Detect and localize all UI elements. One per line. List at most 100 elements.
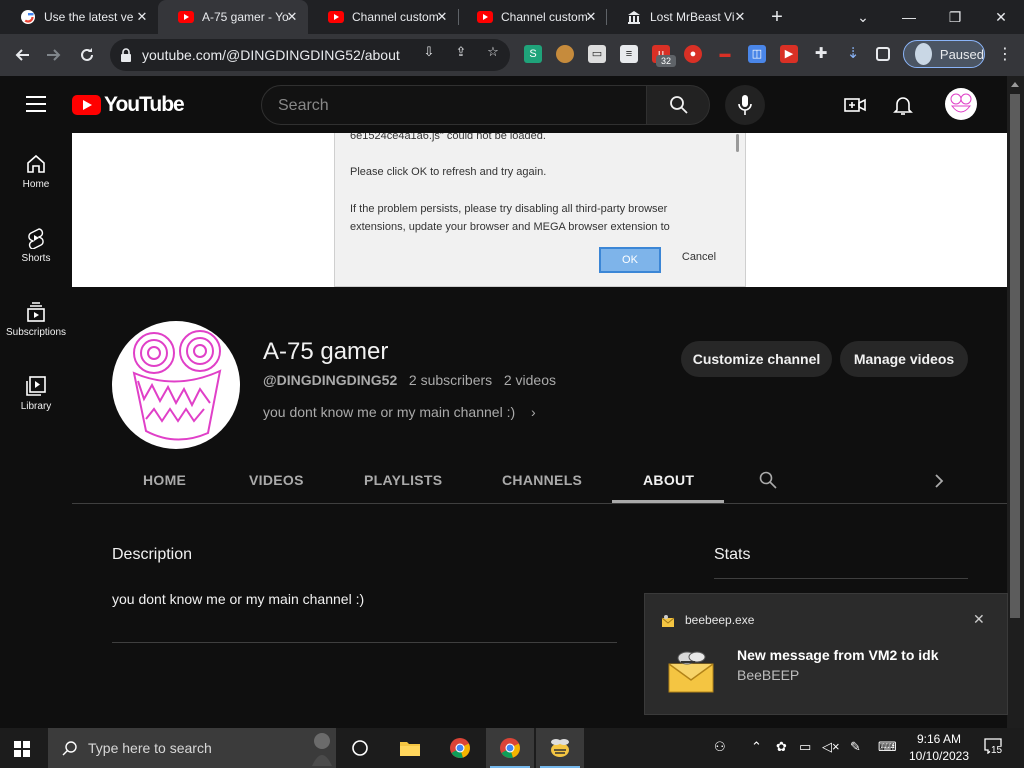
extension-s-icon[interactable]: S [524, 45, 542, 63]
windows-start-icon[interactable] [14, 741, 30, 757]
tab-playlists[interactable]: PLAYLISTS [364, 472, 442, 488]
side-panel-icon[interactable] [876, 47, 890, 61]
guide-item-home[interactable]: Home [0, 135, 72, 205]
tabs-scroll-right-icon[interactable] [934, 474, 944, 488]
taskbar-search-placeholder: Type here to search [88, 740, 212, 756]
tab-about[interactable]: ABOUT [643, 472, 694, 488]
channel-description-link[interactable]: you dont know me or my main channel :) › [263, 404, 536, 420]
voice-search-button[interactable] [725, 85, 765, 125]
cookie-extension-icon[interactable] [556, 45, 574, 63]
browser-tab-active[interactable]: A-75 gamer - Yo ✕ [158, 0, 308, 34]
minimize-icon[interactable]: — [886, 0, 932, 34]
lock-icon[interactable] [120, 48, 132, 62]
beebeep-taskbar-icon[interactable] [536, 728, 584, 768]
dialog-cancel-button: Cancel [681, 251, 717, 263]
browser-tab[interactable]: Channel custom ✕ [457, 0, 607, 34]
extension-stack-icon[interactable]: ≡ [620, 45, 638, 63]
scrollbar-thumb[interactable] [1010, 94, 1020, 618]
dialog-ok-button: OK [599, 247, 661, 273]
extensions-puzzle-icon[interactable]: ✚ [812, 45, 830, 63]
bookmark-star-icon[interactable]: ☆ [484, 43, 502, 61]
tab-videos[interactable]: VIDEOS [249, 472, 304, 488]
close-tab-icon[interactable]: ✕ [732, 9, 748, 25]
new-tab-icon[interactable]: + [766, 6, 788, 28]
scroll-up-arrow-icon[interactable] [1011, 82, 1019, 87]
volume-muted-icon[interactable]: ◁× [822, 739, 840, 755]
browser-menu-icon[interactable]: ⋮ [997, 44, 1013, 66]
tab-channels[interactable]: CHANNELS [502, 472, 582, 488]
building-icon [626, 9, 642, 25]
search-input[interactable]: Search [261, 85, 647, 125]
browser-tab[interactable]: Lost MrBeast Vi ✕ [606, 0, 756, 34]
subscriptions-icon [27, 302, 45, 322]
forward-icon[interactable] [42, 43, 66, 67]
taskbar-search-box[interactable]: Type here to search [48, 728, 336, 768]
close-window-icon[interactable]: ✕ [978, 0, 1024, 34]
extension-bar-icon[interactable]: ▬ [716, 45, 734, 63]
close-tab-icon[interactable]: ✕ [434, 9, 450, 25]
reload-icon[interactable] [75, 43, 99, 67]
notifications-bell-icon[interactable] [891, 93, 915, 117]
tab-home[interactable]: HOME [143, 472, 186, 488]
youtube-extension-icon[interactable]: ▶ [780, 45, 798, 63]
search-placeholder: Search [278, 97, 329, 114]
tab-search-icon[interactable]: ⌄ [840, 0, 886, 34]
selected-tab-indicator [612, 500, 724, 503]
menu-icon[interactable] [26, 96, 46, 112]
download-status-icon[interactable]: ⇣ [844, 45, 862, 63]
dialog-scrollbar [736, 134, 739, 152]
network-icon[interactable]: ▭ [799, 739, 811, 755]
browser-tab[interactable]: Channel custom ✕ [308, 0, 458, 34]
guide-item-shorts[interactable]: Shorts [0, 209, 72, 279]
show-hidden-icons-chevron-icon[interactable]: ⌃ [751, 739, 762, 755]
task-view-icon[interactable] [336, 728, 384, 768]
channel-search-icon[interactable] [759, 471, 777, 489]
youtube-play-icon [72, 95, 101, 115]
browser-tab[interactable]: Use the latest ve ✕ [0, 0, 158, 34]
pen-icon[interactable]: ✎ [850, 739, 861, 755]
microphone-icon [738, 95, 752, 115]
back-icon[interactable] [10, 43, 34, 67]
banner-error-dialog: 6e1524ce4a1a6.js" could not be loaded. P… [334, 133, 746, 287]
share-icon[interactable]: ⇪ [452, 43, 470, 61]
customize-channel-button[interactable]: Customize channel [681, 341, 832, 377]
chrome-active-icon[interactable] [486, 728, 534, 768]
record-extension-icon[interactable]: ● [684, 45, 702, 63]
beebeep-tray-icon[interactable]: ✿ [776, 739, 787, 755]
restore-icon[interactable]: ❐ [932, 0, 978, 34]
notification-toast[interactable]: beebeep.exe ✕ New message from VM2 to id… [644, 593, 1008, 715]
translate-extension-icon[interactable]: ◫ [748, 45, 766, 63]
guide-item-subscriptions[interactable]: Subscriptions [0, 283, 72, 353]
profile-button[interactable]: Paused [903, 40, 985, 68]
account-avatar[interactable] [945, 88, 977, 120]
close-tab-icon[interactable]: ✕ [134, 9, 150, 25]
keyboard-icon[interactable]: ⌨ [878, 739, 897, 755]
shorts-icon [28, 228, 44, 249]
tab-title: Channel custom [501, 10, 588, 24]
clock-date: 10/10/2023 [908, 749, 970, 763]
system-clock[interactable]: 9:16 AM 10/10/2023 [908, 731, 970, 765]
notification-center-icon[interactable]: 15 [984, 738, 1006, 756]
page-scrollbar[interactable] [1007, 76, 1024, 728]
create-video-icon[interactable] [843, 93, 867, 117]
extension-tv-icon[interactable]: ▭ [588, 45, 606, 63]
guide-item-library[interactable]: Library [0, 357, 72, 427]
youtube-logo[interactable]: YouTube [72, 93, 185, 117]
library-icon [26, 376, 46, 396]
close-tab-icon[interactable]: ✕ [284, 9, 300, 25]
profile-avatar [915, 43, 932, 65]
chrome-icon[interactable] [436, 728, 484, 768]
close-tab-icon[interactable]: ✕ [583, 9, 599, 25]
file-explorer-icon[interactable] [386, 728, 434, 768]
people-icon[interactable]: ⚇ [714, 739, 726, 755]
channel-banner: 6e1524ce4a1a6.js" could not be loaded. P… [72, 133, 1007, 287]
search-button[interactable] [646, 85, 710, 125]
address-bar[interactable]: youtube.com/@DINGDINGDING52/about [110, 39, 510, 71]
divider [714, 578, 968, 579]
stats-heading: Stats [714, 546, 751, 563]
google-icon [20, 9, 36, 25]
manage-videos-button[interactable]: Manage videos [840, 341, 968, 377]
channel-meta: @DINGDINGDING52 2 subscribers 2 videos [263, 372, 556, 388]
install-app-icon[interactable]: ⇩ [420, 43, 438, 61]
close-icon[interactable]: ✕ [973, 611, 985, 628]
